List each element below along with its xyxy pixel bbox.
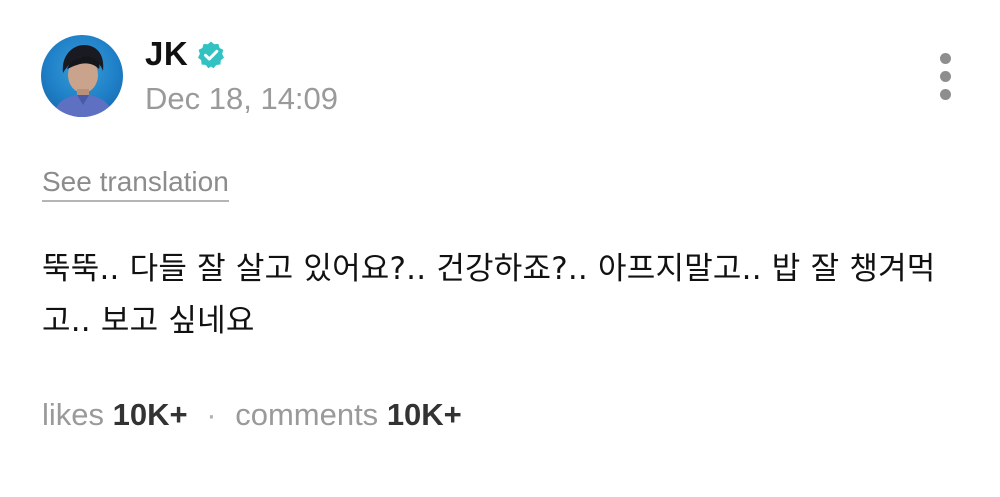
- comments-count[interactable]: 10K+: [387, 397, 462, 432]
- author-name[interactable]: JK: [145, 34, 188, 74]
- post-stats: likes 10K+ · comments 10K+: [42, 396, 462, 434]
- post-text: 뚝뚝.. 다들 잘 살고 있어요?.. 건강하죠?.. 아프지말고.. 밥 잘 …: [42, 251, 936, 339]
- stats-separator: ·: [206, 397, 217, 432]
- verified-badge-icon: [198, 41, 224, 69]
- profile-photo: [53, 45, 113, 117]
- more-options-button[interactable]: [928, 48, 964, 104]
- see-translation-link[interactable]: See translation: [42, 166, 229, 202]
- likes-count[interactable]: 10K+: [113, 397, 188, 432]
- avatar[interactable]: [41, 35, 123, 117]
- post-card: JK Dec 18, 14:09 See translation 뚝뚝.. 다들…: [0, 0, 1000, 497]
- comments-label[interactable]: comments: [235, 397, 378, 432]
- post-timestamp: Dec 18, 14:09: [145, 81, 339, 116]
- likes-label[interactable]: likes: [42, 397, 104, 432]
